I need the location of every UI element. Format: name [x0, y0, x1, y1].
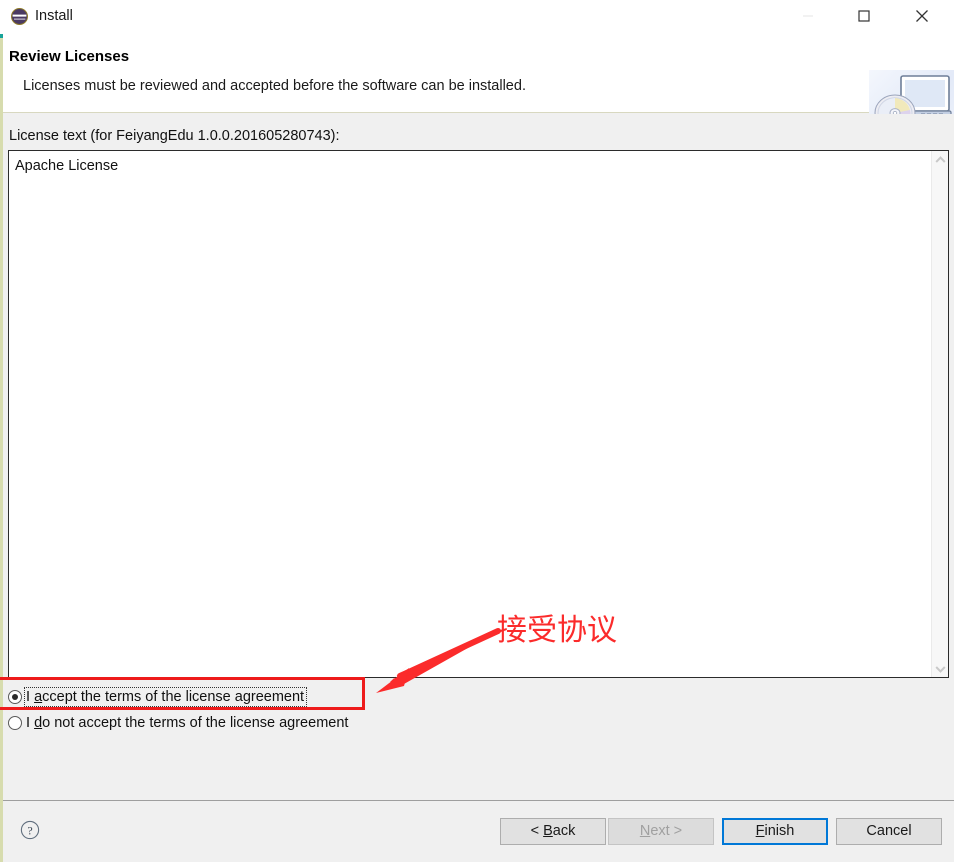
- cancel-button[interactable]: Cancel: [836, 818, 942, 845]
- finish-button[interactable]: Finish: [722, 818, 828, 845]
- dialog-header: Review Licenses Licenses must be reviewe…: [3, 34, 954, 142]
- page-description: Licenses must be reviewed and accepted b…: [23, 78, 526, 94]
- chevron-down-icon[interactable]: [932, 660, 949, 677]
- dialog-body: License text (for FeiyangEdu 1.0.0.20160…: [3, 114, 954, 800]
- title-bar: Install: [0, 0, 954, 34]
- radio-decline-license[interactable]: I do not accept the terms of the license…: [8, 710, 508, 736]
- svg-text:?: ?: [27, 823, 32, 837]
- dialog-button-bar: ? < Back Next > Finish Cancel: [3, 800, 954, 862]
- eclipse-icon: [11, 8, 28, 25]
- license-text-area[interactable]: Apache License: [8, 150, 949, 678]
- next-button[interactable]: Next >: [608, 818, 714, 845]
- radio-accept-license[interactable]: I accept the terms of the license agreem…: [8, 684, 508, 710]
- radio-accept-indicator: [8, 690, 22, 704]
- license-label-part1: License text (for FeiyangEdu 1.0.0.20160…: [9, 128, 340, 144]
- page-title: Review Licenses: [9, 48, 130, 65]
- window-title: Install: [35, 8, 73, 24]
- minimize-icon[interactable]: [785, 0, 831, 32]
- help-question-icon[interactable]: ?: [20, 820, 40, 840]
- chevron-up-icon[interactable]: [932, 151, 949, 168]
- install-dialog-window: Install Review Licenses Licenses must be…: [0, 0, 954, 862]
- license-scrollbar[interactable]: [931, 151, 948, 677]
- radio-accept-label: I accept the terms of the license agreem…: [23, 687, 308, 707]
- radio-decline-label: I do not accept the terms of the license…: [26, 715, 349, 731]
- license-text-content: Apache License: [15, 158, 119, 174]
- license-text-label: License text (for FeiyangEdu 1.0.0.20160…: [9, 128, 340, 144]
- maximize-icon[interactable]: [841, 0, 887, 32]
- radio-decline-indicator: [8, 716, 22, 730]
- license-acceptance-radio-group: I accept the terms of the license agreem…: [8, 684, 508, 740]
- close-icon[interactable]: [899, 0, 945, 32]
- back-button[interactable]: < Back: [500, 818, 606, 845]
